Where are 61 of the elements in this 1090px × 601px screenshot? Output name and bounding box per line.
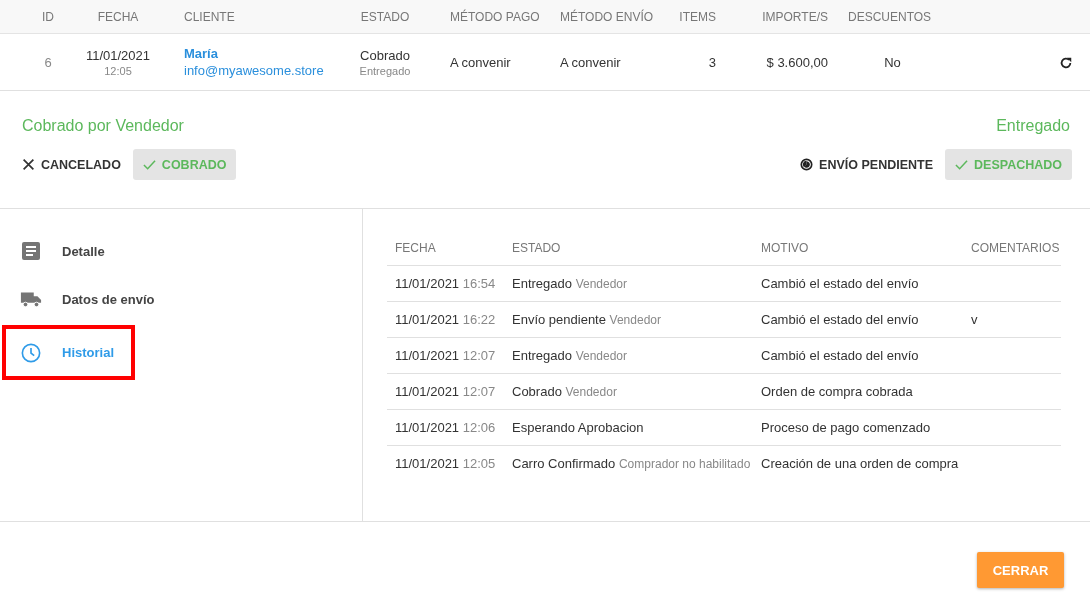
- column-header: COMENTARIOS: [971, 241, 1061, 255]
- table-cell-text: Entregado Vendedor: [512, 348, 628, 363]
- status-title: Cobrado por Vendedor: [22, 117, 185, 135]
- refresh-icon[interactable]: [1059, 55, 1073, 70]
- payment-method: A convenir: [450, 54, 511, 70]
- table-cell-text: 11/01/2021 16:54: [395, 276, 497, 291]
- clock-icon: [20, 342, 42, 363]
- shipping-method: A convenir: [560, 54, 621, 70]
- table-cell-text: Carro Confirmado Comprador no habilitado: [512, 456, 752, 471]
- discounts-value: No: [884, 54, 901, 70]
- order-status: Cobrado: [360, 47, 410, 63]
- column-header: MÉTODO ENVÍO: [559, 9, 655, 24]
- table-cell-text: Cobrado Vendedor: [512, 384, 618, 399]
- document-icon: [20, 241, 42, 261]
- table-cell-text: 11/01/2021 12:07: [395, 348, 497, 363]
- half-circle-icon: [800, 158, 814, 171]
- status-button[interactable]: ENVÍO PENDIENTE: [790, 149, 943, 180]
- order-date: 11/01/2021: [85, 47, 151, 63]
- table-cell-text: Creación de una orden de compra: [761, 456, 960, 471]
- status-title: Entregado: [996, 117, 1070, 135]
- status-button[interactable]: COBRADO: [132, 149, 237, 180]
- status-button[interactable]: CANCELADO: [12, 149, 131, 180]
- table-cell-text: Entregado Vendedor: [512, 276, 628, 291]
- column-header: ESTADO: [512, 241, 562, 255]
- client-name-link[interactable]: María: [184, 46, 218, 61]
- column-header: IMPORTE/S: [761, 9, 828, 24]
- order-time: 12:05: [104, 64, 132, 77]
- table-cell-text: 11/01/2021 12:05: [395, 456, 497, 471]
- column-header: ITEMS: [678, 9, 716, 24]
- sidebar-item[interactable]: Datos de envío: [2, 275, 302, 323]
- column-header: MÉTODO PAGO: [449, 9, 541, 24]
- column-header: FECHA: [96, 9, 140, 24]
- column-header: ESTADO: [359, 9, 411, 24]
- table-cell-text: Cambió el estado del envío: [761, 276, 920, 291]
- table-cell-text: Orden de compra cobrada: [761, 384, 914, 399]
- close-button[interactable]: CERRAR: [977, 552, 1064, 588]
- sidebar-item[interactable]: Historial: [2, 325, 135, 380]
- items-count: 3: [708, 54, 716, 70]
- client-email-link[interactable]: info@myawesome.store: [184, 63, 324, 78]
- column-header: DESCUENTOS: [847, 9, 933, 24]
- order-amount: $ 3.600,00: [766, 54, 828, 70]
- close-icon: [22, 158, 35, 171]
- sidebar-item[interactable]: Detalle: [2, 227, 302, 275]
- check-icon: [142, 158, 156, 171]
- column-header: FECHA: [395, 241, 437, 255]
- table-cell-text: 11/01/2021 12:06: [395, 420, 497, 435]
- status-button[interactable]: DESPACHADO: [945, 149, 1072, 180]
- column-header: CLIENTE: [183, 9, 236, 24]
- column-header: ID: [41, 9, 55, 24]
- shipping-status: Entregado: [359, 64, 411, 77]
- table-cell-text: Envío pendiente Vendedor: [512, 312, 662, 327]
- column-header: MOTIVO: [761, 241, 810, 255]
- table-cell-text: Cambió el estado del envío: [761, 312, 920, 327]
- table-cell-text: Cambió el estado del envío: [761, 348, 920, 363]
- table-cell: v: [971, 312, 978, 327]
- check-icon: [955, 158, 968, 171]
- table-cell-text: Esperando Aprobacion: [512, 420, 645, 435]
- order-id: 6: [44, 54, 52, 70]
- table-cell-text: 11/01/2021 16:22: [395, 312, 497, 327]
- table-cell-text: Proceso de pago comenzado: [761, 420, 932, 435]
- table-cell-text: 11/01/2021 12:07: [395, 384, 497, 399]
